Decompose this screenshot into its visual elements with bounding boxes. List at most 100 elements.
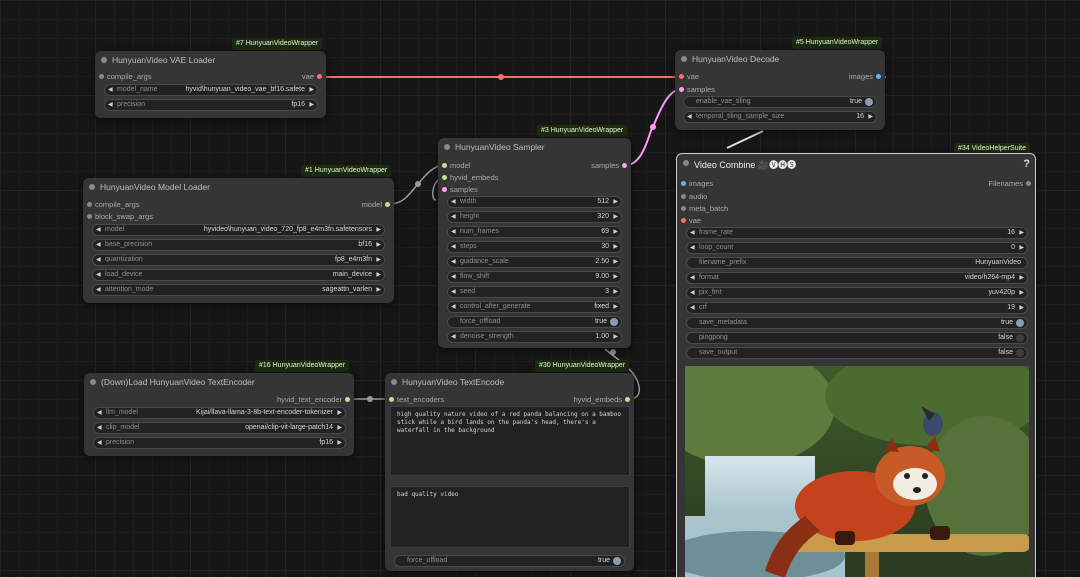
quantization-combo[interactable]: ◀ quantization fp8_e4m3fn ▶ bbox=[92, 254, 385, 266]
samples-output-port[interactable] bbox=[622, 163, 627, 168]
num-frames-number[interactable]: ◀ num_frames 69 ▶ bbox=[447, 226, 622, 238]
decrement-arrow-icon[interactable]: ◀ bbox=[97, 439, 102, 446]
flow-shift-number[interactable]: ◀ flow_shift 9.00 ▶ bbox=[447, 271, 622, 283]
seed-number[interactable]: ◀ seed 3 ▶ bbox=[447, 286, 622, 298]
increment-arrow-icon[interactable]: ▶ bbox=[1019, 244, 1024, 251]
model-output-port[interactable] bbox=[385, 202, 390, 207]
increment-arrow-icon[interactable]: ▶ bbox=[613, 303, 618, 310]
toggle-knob[interactable] bbox=[865, 98, 873, 106]
decrement-arrow-icon[interactable]: ◀ bbox=[96, 256, 101, 263]
decrement-arrow-icon[interactable]: ◀ bbox=[97, 424, 102, 431]
toggle-knob[interactable] bbox=[1016, 319, 1024, 327]
decrement-arrow-icon[interactable]: ◀ bbox=[451, 228, 456, 235]
decrement-arrow-icon[interactable]: ◀ bbox=[96, 271, 101, 278]
decrement-arrow-icon[interactable]: ◀ bbox=[451, 258, 456, 265]
increment-arrow-icon[interactable]: ▶ bbox=[613, 258, 618, 265]
block-swap-args-port[interactable] bbox=[87, 214, 92, 219]
sampler-title[interactable]: HunyuanVideo Sampler bbox=[438, 138, 631, 156]
text-encoder-loader-node[interactable]: (Down)Load HunyuanVideo TextEncoder hyvi… bbox=[84, 373, 354, 456]
prompt-textarea[interactable]: high quality nature video of a red panda… bbox=[390, 406, 630, 476]
increment-arrow-icon[interactable]: ▶ bbox=[376, 286, 381, 293]
enable-vae-tiling-toggle[interactable]: enable_vae_tiling true bbox=[683, 96, 877, 108]
hyvid-text-encoder-output-port[interactable] bbox=[345, 397, 350, 402]
llm-model-combo[interactable]: ◀ llm_model Kijai/llava-llama-3-8b-text-… bbox=[93, 407, 346, 419]
increment-arrow-icon[interactable]: ▶ bbox=[613, 273, 618, 280]
vae-loader-node[interactable]: HunyuanVideo VAE Loader compile_args vae… bbox=[95, 51, 326, 118]
text-encode-force-offload-toggle[interactable]: force_offload true bbox=[394, 555, 625, 567]
model-combo[interactable]: ◀ model hyvideo\hunyuan_video_720_fp8_e4… bbox=[92, 224, 385, 236]
height-number[interactable]: ◀ height 320 ▶ bbox=[447, 211, 622, 223]
decrement-arrow-icon[interactable]: ◀ bbox=[451, 288, 456, 295]
increment-arrow-icon[interactable]: ▶ bbox=[376, 241, 381, 248]
samples-input-port[interactable] bbox=[679, 87, 684, 92]
format-combo[interactable]: ◀ format video/h264-mp4 ▶ bbox=[686, 272, 1028, 284]
meta-batch-input-port[interactable] bbox=[681, 206, 686, 211]
model-input-port[interactable] bbox=[442, 163, 447, 168]
vae-output-port[interactable] bbox=[317, 74, 322, 79]
increment-arrow-icon[interactable]: ▶ bbox=[337, 424, 342, 431]
load-device-combo[interactable]: ◀ load_device main_device ▶ bbox=[92, 269, 385, 281]
decrement-arrow-icon[interactable]: ◀ bbox=[451, 243, 456, 250]
decrement-arrow-icon[interactable]: ◀ bbox=[451, 303, 456, 310]
increment-arrow-icon[interactable]: ▶ bbox=[309, 101, 314, 108]
control-after-generate-combo[interactable]: ◀ control_after_generate fixed ▶ bbox=[447, 301, 622, 313]
audio-input-port[interactable] bbox=[681, 194, 686, 199]
increment-arrow-icon[interactable]: ▶ bbox=[1019, 274, 1024, 281]
decrement-arrow-icon[interactable]: ◀ bbox=[108, 101, 113, 108]
increment-arrow-icon[interactable]: ▶ bbox=[376, 226, 381, 233]
filename-prefix-text[interactable]: filename_prefix HunyuanVideo bbox=[686, 257, 1028, 269]
decode-node[interactable]: HunyuanVideo Decode vae samples images e… bbox=[675, 50, 885, 130]
decrement-arrow-icon[interactable]: ◀ bbox=[96, 286, 101, 293]
compile-args-port[interactable] bbox=[87, 202, 92, 207]
decrement-arrow-icon[interactable]: ◀ bbox=[451, 333, 456, 340]
increment-arrow-icon[interactable]: ▶ bbox=[613, 288, 618, 295]
help-icon[interactable]: ? bbox=[1023, 158, 1030, 170]
increment-arrow-icon[interactable]: ▶ bbox=[613, 243, 618, 250]
toggle-knob[interactable] bbox=[610, 318, 618, 326]
decrement-arrow-icon[interactable]: ◀ bbox=[451, 273, 456, 280]
increment-arrow-icon[interactable]: ▶ bbox=[376, 256, 381, 263]
base-precision-combo[interactable]: ◀ base_precision bf16 ▶ bbox=[92, 239, 385, 251]
increment-arrow-icon[interactable]: ▶ bbox=[1019, 304, 1024, 311]
decrement-arrow-icon[interactable]: ◀ bbox=[97, 409, 102, 416]
loop-count-number[interactable]: ◀ loop_count 0 ▶ bbox=[686, 242, 1028, 254]
save-output-toggle[interactable]: save_output false bbox=[686, 347, 1028, 359]
text-encoder-loader-title[interactable]: (Down)Load HunyuanVideo TextEncoder bbox=[84, 373, 354, 391]
filenames-output-port[interactable] bbox=[1026, 181, 1031, 186]
sampler-node[interactable]: HunyuanVideo Sampler model hyvid_embeds … bbox=[438, 138, 631, 348]
decrement-arrow-icon[interactable]: ◀ bbox=[451, 213, 456, 220]
text-encoder-precision-combo[interactable]: ◀ precision fp16 ▶ bbox=[93, 437, 346, 449]
text-encoders-input-port[interactable] bbox=[389, 397, 394, 402]
vae-model-name-combo[interactable]: ◀ model_name hyvid\hunyuan_video_vae_bf1… bbox=[104, 84, 318, 96]
text-encode-title[interactable]: HunyuanVideo TextEncode bbox=[385, 373, 634, 391]
text-encode-node[interactable]: HunyuanVideo TextEncode text_encoders hy… bbox=[385, 373, 634, 571]
force-offload-toggle[interactable]: force_offload true bbox=[447, 316, 622, 328]
increment-arrow-icon[interactable]: ▶ bbox=[337, 439, 342, 446]
increment-arrow-icon[interactable]: ▶ bbox=[613, 228, 618, 235]
images-output-port[interactable] bbox=[876, 74, 881, 79]
decrement-arrow-icon[interactable]: ◀ bbox=[690, 244, 695, 251]
temporal-tiling-sample-size-number[interactable]: ◀ temporal_tiling_sample_size 16 ▶ bbox=[683, 111, 877, 123]
increment-arrow-icon[interactable]: ▶ bbox=[613, 213, 618, 220]
toggle-knob[interactable] bbox=[1016, 334, 1024, 342]
video-combine-node[interactable]: Video Combine 🎥🅥🅗🅢 ? images audio meta_b… bbox=[676, 153, 1036, 577]
increment-arrow-icon[interactable]: ▶ bbox=[1019, 289, 1024, 296]
decrement-arrow-icon[interactable]: ◀ bbox=[690, 274, 695, 281]
denoise-strength-number[interactable]: ◀ denoise_strength 1.00 ▶ bbox=[447, 331, 622, 343]
increment-arrow-icon[interactable]: ▶ bbox=[1019, 229, 1024, 236]
increment-arrow-icon[interactable]: ▶ bbox=[309, 86, 314, 93]
increment-arrow-icon[interactable]: ▶ bbox=[613, 333, 618, 340]
toggle-knob[interactable] bbox=[613, 557, 621, 565]
vae-input-port[interactable] bbox=[679, 74, 684, 79]
increment-arrow-icon[interactable]: ▶ bbox=[376, 271, 381, 278]
hyvid-embeds-output-port[interactable] bbox=[625, 397, 630, 402]
decrement-arrow-icon[interactable]: ◀ bbox=[690, 229, 695, 236]
hyvid-embeds-input-port[interactable] bbox=[442, 175, 447, 180]
vae-precision-combo[interactable]: ◀ precision fp16 ▶ bbox=[104, 99, 318, 111]
width-number[interactable]: ◀ width 512 ▶ bbox=[447, 196, 622, 208]
decrement-arrow-icon[interactable]: ◀ bbox=[108, 86, 113, 93]
vae-loader-title[interactable]: HunyuanVideo VAE Loader bbox=[95, 51, 326, 69]
increment-arrow-icon[interactable]: ▶ bbox=[337, 409, 342, 416]
model-loader-title[interactable]: HunyuanVideo Model Loader bbox=[83, 178, 394, 196]
video-combine-title[interactable]: Video Combine 🎥🅥🅗🅢 bbox=[677, 154, 1035, 176]
